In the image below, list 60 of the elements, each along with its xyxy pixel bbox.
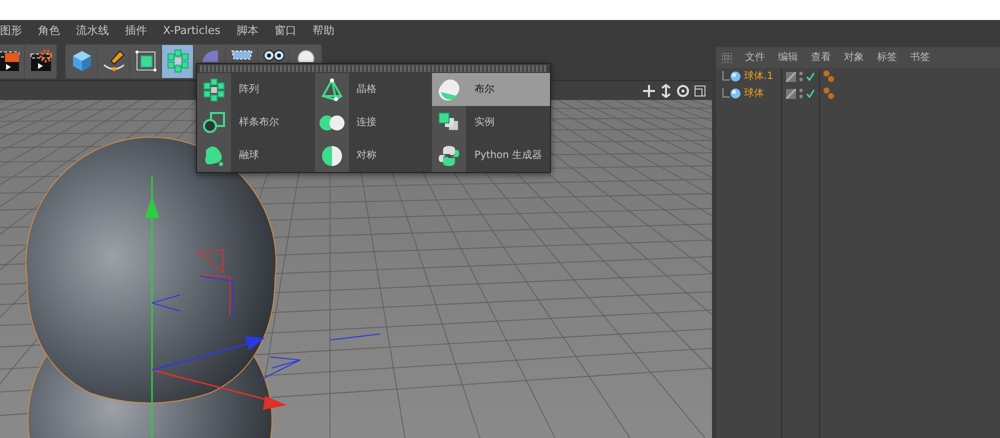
menu-item[interactable]: 插件 [125,22,147,40]
check-icon[interactable] [806,72,814,81]
pen-icon [102,49,126,73]
window-icon[interactable] [692,84,706,98]
menu-item[interactable]: 文件 [745,50,765,65]
layer-icon[interactable] [786,72,796,82]
drag-handle[interactable] [200,65,547,72]
menu-item[interactable]: 融球 [197,139,315,172]
menu-item[interactable]: 标签 [877,50,897,65]
menu-item[interactable]: 阵列 [197,73,315,106]
object-name[interactable]: 球体.1 [744,69,774,84]
menu-item[interactable]: 图形 [0,22,22,40]
layer-icon[interactable] [786,88,796,98]
menu-item[interactable]: 流水线 [76,22,109,40]
pyramid-icon [320,78,344,102]
clapper-gear-icon [28,49,52,73]
visibility-dots-icon[interactable] [798,88,803,99]
axis-gizmo-drawing[interactable] [145,176,380,438]
material-tag-icon[interactable] [823,87,835,100]
menu-item[interactable]: 脚本 [236,22,258,40]
object-name[interactable]: 球体 [744,86,764,101]
menu-item[interactable]: 编辑 [778,50,798,65]
menu-item[interactable]: 连接 [314,106,432,139]
sphere-icon [730,71,741,82]
menu-item[interactable]: 窗口 [274,22,296,40]
cloner-icon [202,78,226,102]
menu-item[interactable]: 样条布尔 [197,106,315,139]
menu-item[interactable]: 实例 [432,106,550,139]
check-icon[interactable] [806,89,814,98]
spheres-drawing[interactable] [26,136,276,438]
toolbar-button[interactable] [0,44,24,78]
menu-item[interactable]: 晶格 [314,73,432,106]
move-icon[interactable] [642,84,656,98]
object-cube-icon [134,49,158,73]
menu-item[interactable]: X-Particles [163,22,220,40]
toolbar-button[interactable] [98,44,129,78]
menu-item[interactable]: 布尔 [432,73,550,106]
grip-icon[interactable] [722,52,732,62]
visibility-dots-icon[interactable] [798,71,803,82]
menu-item[interactable]: 对称 [314,139,432,172]
half-sphere-icon [320,144,344,168]
material-tag-icon[interactable] [823,70,835,83]
menu-item[interactable]: 帮助 [312,22,334,40]
menu-item[interactable]: 对象 [844,50,864,65]
menu-item[interactable]: 书签 [910,50,930,65]
menu-item[interactable]: 角色 [38,22,60,40]
rotate-icon[interactable] [676,84,690,98]
arrows-icon[interactable] [659,84,673,98]
cloner-icon [166,49,190,73]
tree-line [722,70,730,82]
eyes-icon [262,50,286,62]
grid-plane-icon [230,50,254,60]
menu-item[interactable]: Python 生成器 [432,139,550,172]
clapper-icon [0,49,20,73]
sphere-icon [730,88,741,99]
tree-line [722,88,730,100]
python-logo-icon [437,144,462,168]
toolbar-button[interactable] [25,44,56,78]
spline-shape-icon [202,110,226,134]
menu-item[interactable]: 查看 [811,50,831,65]
